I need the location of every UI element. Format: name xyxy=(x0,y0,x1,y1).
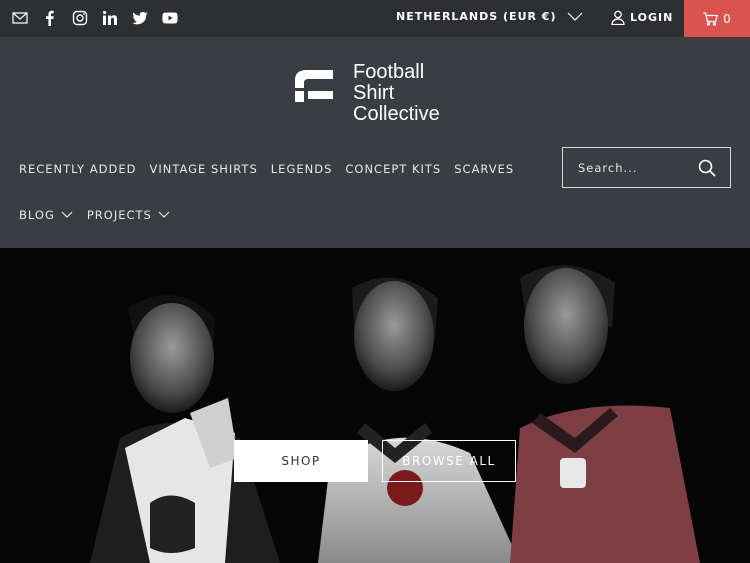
chevron-down-icon xyxy=(61,211,73,218)
cart-button[interactable]: 0 xyxy=(684,0,750,37)
user-icon xyxy=(611,10,625,25)
login-label: LOGIN xyxy=(630,11,674,24)
logo-wordmark: Football Shirt Collective xyxy=(353,62,440,125)
logo-line-1: Football xyxy=(353,61,425,83)
search-box xyxy=(562,147,731,188)
linkedin-icon[interactable] xyxy=(100,8,120,28)
nav-scarves[interactable]: SCARVES xyxy=(454,162,514,176)
facebook-icon[interactable] xyxy=(40,8,60,28)
chevron-down-icon xyxy=(568,12,583,21)
chevron-down-icon xyxy=(158,211,170,218)
nav-blog-label: BLOG xyxy=(19,208,55,222)
currency-selector[interactable]: NETHERLANDS (EUR €) xyxy=(396,10,584,23)
cart-icon xyxy=(703,11,719,26)
instagram-icon[interactable] xyxy=(70,8,90,28)
nav-projects-label: PROJECTS xyxy=(86,208,152,222)
browse-all-button[interactable]: BROWSE ALL xyxy=(382,440,516,482)
currency-label: NETHERLANDS (EUR €) xyxy=(396,10,557,23)
search-input[interactable] xyxy=(578,160,688,175)
email-icon[interactable] xyxy=(10,8,30,28)
search-icon[interactable] xyxy=(698,159,716,177)
nav-recently-added[interactable]: RECENTLY ADDED xyxy=(19,162,136,176)
hero-banner: SHOP BROWSE ALL xyxy=(0,248,750,563)
main-nav: RECENTLY ADDED VINTAGE SHIRTS LEGENDS CO… xyxy=(19,162,514,176)
nav-projects[interactable]: PROJECTS xyxy=(87,208,170,222)
logo-mark-icon xyxy=(295,70,333,102)
secondary-nav: BLOG PROJECTS xyxy=(19,208,170,222)
login-link[interactable]: LOGIN xyxy=(611,10,673,25)
site-header: Football Shirt Collective RECENTLY ADDED… xyxy=(0,37,750,248)
top-bar: NETHERLANDS (EUR €) LOGIN 0 xyxy=(0,0,750,37)
nav-blog[interactable]: BLOG xyxy=(19,208,73,222)
nav-vintage-shirts[interactable]: VINTAGE SHIRTS xyxy=(149,162,257,176)
site-logo[interactable]: Football Shirt Collective xyxy=(293,62,440,125)
shop-button[interactable]: SHOP xyxy=(234,440,368,482)
twitter-icon[interactable] xyxy=(130,8,150,28)
hero-image xyxy=(90,265,700,563)
cart-count: 0 xyxy=(723,11,731,26)
logo-line-3: Collective xyxy=(353,103,440,125)
nav-concept-kits[interactable]: CONCEPT KITS xyxy=(345,162,441,176)
nav-legends[interactable]: LEGENDS xyxy=(271,162,333,176)
social-links xyxy=(10,8,180,28)
youtube-icon[interactable] xyxy=(160,8,180,28)
logo-line-2: Shirt xyxy=(353,82,395,104)
